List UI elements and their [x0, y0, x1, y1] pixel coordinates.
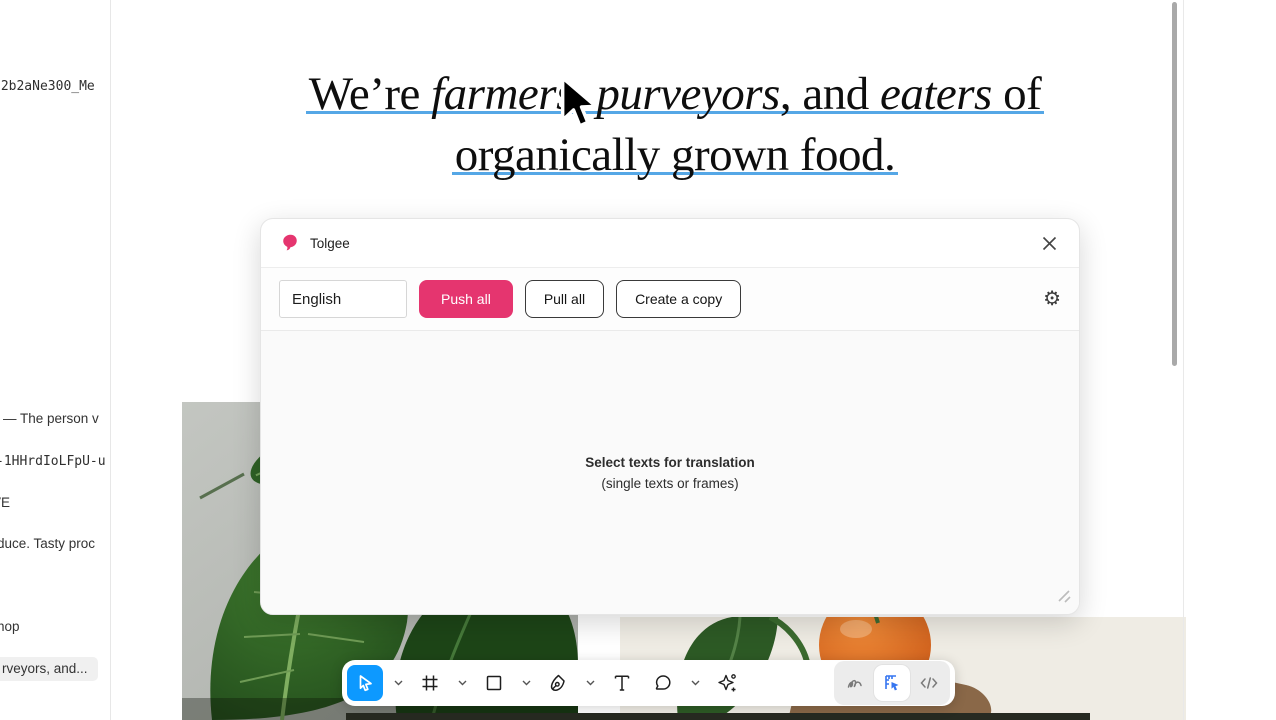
dialog-empty-state: Select texts for translation (single tex…: [261, 331, 1079, 614]
toolbar-right-group: [834, 661, 950, 705]
layers-sidebar: 62b2aNe300_Me — The person v -1HHrdIoLFp…: [0, 0, 111, 720]
code-icon: [919, 673, 939, 693]
draw-annotate-tool[interactable]: [838, 666, 872, 700]
pen-tool-chevron-icon[interactable]: [582, 666, 598, 700]
pull-all-button[interactable]: Pull all: [525, 280, 604, 318]
actions-sparkle-tool[interactable]: [710, 666, 744, 700]
vertical-scrollbar[interactable]: [1172, 2, 1177, 366]
dev-inspect-tool[interactable]: [874, 665, 910, 701]
layer-item[interactable]: duce. Tasty proc: [0, 536, 95, 551]
move-tool-chevron-icon[interactable]: [390, 666, 406, 700]
pen-icon: [548, 673, 568, 693]
scribble-icon: [845, 673, 865, 693]
comment-tool-chevron-icon[interactable]: [687, 666, 703, 700]
frame-icon: [420, 673, 440, 693]
headline-segment: ,: [574, 68, 597, 120]
frame-tool-chevron-icon[interactable]: [454, 666, 470, 700]
dialog-header: Tolgee: [261, 219, 1079, 268]
headline-segment: of: [992, 68, 1041, 120]
gear-icon[interactable]: ⚙: [1043, 289, 1061, 309]
layer-item-highlighted[interactable]: rveyors, and...: [0, 657, 98, 681]
create-copy-button[interactable]: Create a copy: [616, 280, 741, 318]
figma-toolbar: [342, 660, 955, 706]
text-icon: [612, 673, 632, 693]
dev-inspect-icon: [882, 673, 902, 693]
tolgee-logo-icon: [279, 233, 299, 253]
shape-tool-chevron-icon[interactable]: [518, 666, 534, 700]
dialog-title: Tolgee: [310, 236, 350, 251]
headline-segment-italic: farmers: [431, 68, 574, 120]
push-all-button[interactable]: Push all: [419, 280, 513, 318]
headline-segment-italic: eaters: [880, 68, 992, 120]
tolgee-plugin-dialog: Tolgee Push all Pull all Create a copy ⚙…: [260, 218, 1080, 615]
resize-handle[interactable]: [1056, 588, 1072, 609]
language-input[interactable]: [279, 280, 407, 318]
next-section-edge: [346, 713, 1090, 720]
layer-item[interactable]: — The person v: [3, 411, 99, 426]
figma-canvas-screen: We’re farmers, purveyors, and eaters of …: [0, 0, 1276, 720]
code-tool[interactable]: [912, 666, 946, 700]
rectangle-icon: [484, 673, 504, 693]
move-cursor-icon: [355, 673, 375, 693]
sparkle-icon: [716, 672, 738, 694]
canvas-edge-line: [1183, 0, 1184, 720]
headline-segment: We’re: [309, 68, 431, 120]
pen-tool[interactable]: [541, 666, 575, 700]
frame-tool[interactable]: [413, 666, 447, 700]
comment-tool[interactable]: [646, 666, 680, 700]
comment-bubble-icon: [653, 673, 673, 693]
headline-segment: , and: [780, 68, 880, 120]
headline-segment: organically grown food.: [455, 129, 896, 181]
layer-item[interactable]: hop: [0, 619, 20, 634]
move-tool[interactable]: [347, 665, 383, 701]
canvas-headline[interactable]: We’re farmers, purveyors, and eaters of …: [120, 64, 1230, 186]
shape-tool[interactable]: [477, 666, 511, 700]
headline-line-2[interactable]: organically grown food.: [120, 125, 1230, 186]
dialog-action-row: Push all Pull all Create a copy ⚙: [261, 268, 1079, 331]
layer-item[interactable]: -1HHrdIoLFpU-u: [0, 454, 106, 469]
headline-segment-italic: purveyors: [596, 68, 779, 120]
text-tool[interactable]: [605, 666, 639, 700]
empty-state-line-1: Select texts for translation: [585, 452, 755, 473]
close-icon[interactable]: [1037, 231, 1061, 255]
headline-line-1[interactable]: We’re farmers, purveyors, and eaters of: [120, 64, 1230, 125]
layer-item[interactable]: 62b2aNe300_Me: [0, 79, 95, 94]
layer-item[interactable]: VE: [0, 495, 10, 510]
empty-state-line-2: (single texts or frames): [601, 473, 738, 494]
